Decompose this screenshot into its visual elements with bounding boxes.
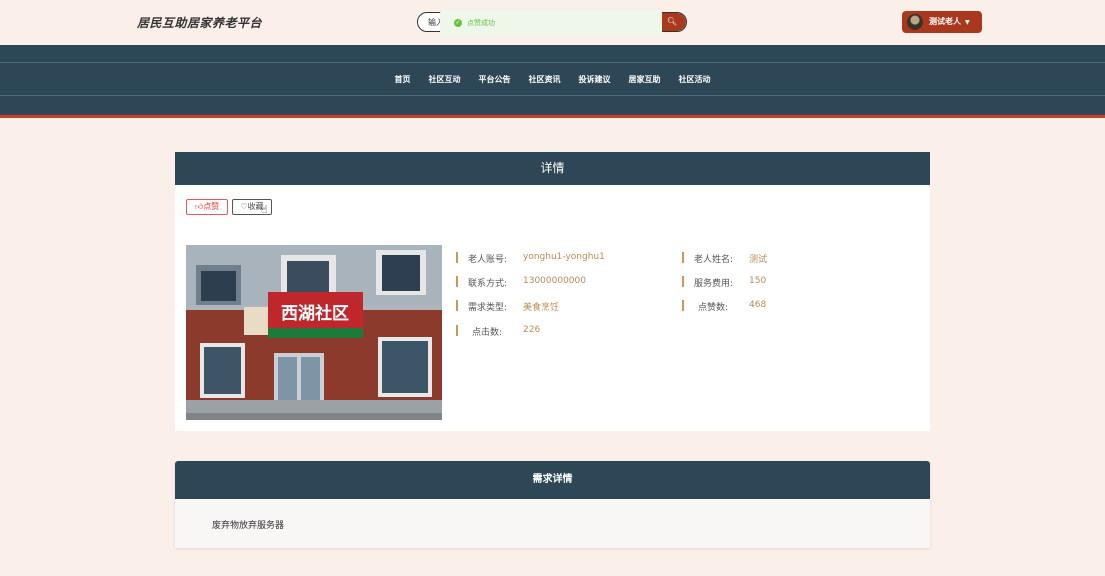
field-marker (682, 276, 684, 287)
requirement-body: 废弃物放弃服务器 (212, 521, 285, 531)
requirement-card: 需求详情 废弃物放弃服务器 (175, 461, 930, 548)
field-value: 468 (749, 300, 767, 310)
field-label: 联系方式: (468, 279, 508, 289)
nav-item-complaints[interactable]: 投诉建议 (579, 73, 611, 87)
field-value: 13000000000 (523, 276, 586, 286)
field-value: 美食烹饪 (523, 303, 560, 313)
detail-card: 详情 👍︎点赞 ♡收藏 ☝ 西湖社区 老人账号: yonghu1-yonghu1… (175, 152, 930, 431)
heart-icon: ♡ (240, 202, 248, 211)
like-label: 点赞 (203, 202, 220, 211)
service-photo: 西湖社区 (186, 245, 442, 420)
field-label: 服务费用: (694, 279, 734, 289)
nav-accent-line (0, 115, 1105, 118)
top-bar: 居民互助居家养老平台 🔍︎ ✓ 点赞成功 测试老人 ▼ (0, 0, 1105, 45)
like-button[interactable]: 👍︎点赞 (186, 199, 228, 215)
success-toast: ✓ 点赞成功 (440, 10, 662, 36)
site-brand[interactable]: 居民互助居家养老平台 (137, 14, 262, 31)
hand-pointer-icon: ☝ (261, 203, 268, 216)
field-marker (682, 300, 684, 311)
field-marker (682, 252, 684, 263)
caret-down-icon: ▼ (965, 19, 970, 26)
nav-item-home[interactable]: 首页 (395, 73, 411, 87)
field-value: 150 (749, 276, 767, 286)
user-menu-button[interactable]: 测试老人 ▼ (902, 11, 982, 33)
detail-title: 详情 (175, 152, 930, 185)
field-label: 老人账号: (468, 255, 508, 265)
nav-item-community-news[interactable]: 社区资讯 (529, 73, 561, 87)
nav-divider-top (0, 62, 1105, 63)
search-button[interactable]: 🔍︎ (658, 13, 686, 31)
nav-item-home-mutual-aid[interactable]: 居家互助 (629, 73, 661, 87)
field-marker (456, 276, 458, 287)
field-marker (456, 300, 458, 311)
field-label: 点击数: (472, 328, 503, 338)
toast-message: 点赞成功 (467, 19, 495, 27)
nav-item-community-interaction[interactable]: 社区互动 (429, 73, 461, 87)
field-marker (456, 252, 458, 263)
user-name: 测试老人 (929, 17, 961, 26)
field-marker (456, 325, 458, 336)
field-value: 测试 (749, 255, 768, 265)
field-value: 226 (523, 325, 541, 335)
requirement-title: 需求详情 (175, 461, 930, 499)
main-nav: 首页 社区互动 平台公告 社区资讯 投诉建议 居家互助 社区活动 (0, 45, 1105, 115)
nav-item-announcements[interactable]: 平台公告 (479, 73, 511, 87)
field-value: yonghu1-yonghu1 (523, 252, 605, 262)
search-icon: 🔍︎ (666, 17, 678, 26)
avatar (907, 14, 923, 30)
nav-divider-bottom (0, 95, 1105, 96)
nav-item-community-events[interactable]: 社区活动 (679, 73, 711, 87)
thumbs-up-icon: 👍︎ (194, 202, 204, 211)
check-circle-icon: ✓ (454, 19, 462, 27)
field-label: 需求类型: (468, 303, 508, 313)
field-label: 点赞数: (698, 303, 729, 313)
field-label: 老人姓名: (694, 255, 734, 265)
storefront-sign: 西湖社区 (281, 303, 349, 324)
nav-list: 首页 社区互动 平台公告 社区资讯 投诉建议 居家互助 社区活动 (0, 73, 1105, 87)
